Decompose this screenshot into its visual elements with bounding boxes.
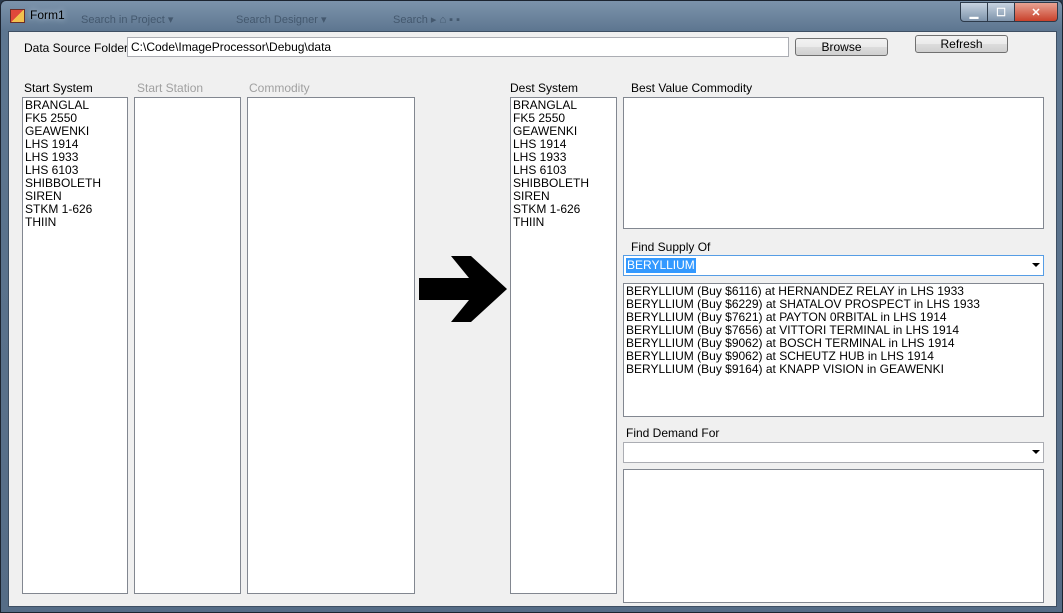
list-item[interactable]: BERYLLIUM (Buy $9164) at KNAPP VISION in… bbox=[626, 363, 1041, 376]
title-bar[interactable]: Form1 Search in Project ▾ Search Designe… bbox=[1, 1, 1062, 31]
find-demand-label: Find Demand For bbox=[626, 426, 720, 440]
supply-results-list[interactable]: BERYLLIUM (Buy $6116) at HERNANDEZ RELAY… bbox=[623, 283, 1044, 417]
find-supply-label: Find Supply Of bbox=[631, 240, 711, 254]
chevron-down-icon[interactable] bbox=[1032, 263, 1040, 267]
refresh-button[interactable]: Refresh bbox=[915, 35, 1008, 53]
app-icon[interactable] bbox=[10, 9, 25, 23]
find-supply-dropdown[interactable]: BERYLLIUM bbox=[623, 255, 1044, 276]
minimize-button[interactable]: ▁ bbox=[960, 2, 988, 22]
best-value-commodity-label: Best Value Commodity bbox=[631, 81, 753, 95]
data-source-path-input[interactable]: C:\Code\ImageProcessor\Debug\data bbox=[127, 37, 789, 57]
demand-results-list[interactable] bbox=[623, 469, 1044, 603]
close-icon: ✕ bbox=[1031, 6, 1041, 19]
find-demand-dropdown[interactable] bbox=[623, 442, 1044, 463]
commodity-list[interactable] bbox=[247, 97, 415, 594]
minimize-icon: ▁ bbox=[969, 6, 979, 19]
background-tab-ghost: Search Designer ▾ bbox=[236, 14, 327, 26]
window-controls: ▁ ☐ ✕ bbox=[960, 2, 1058, 22]
background-tab-ghost: Search in Project ▾ bbox=[81, 14, 174, 26]
maximize-icon: ☐ bbox=[996, 6, 1006, 19]
list-item[interactable]: THIIN bbox=[25, 216, 125, 229]
start-station-list[interactable] bbox=[134, 97, 241, 594]
list-item[interactable]: THIIN bbox=[513, 216, 614, 229]
find-demand-selected-value bbox=[626, 445, 628, 460]
background-tab-ghost: Search ▸ ⌂ ▪ ▪ bbox=[393, 14, 461, 26]
browse-button[interactable]: Browse bbox=[795, 38, 888, 56]
dest-system-list[interactable]: BRANGLAL FK5 2550 GEAWENKI LHS 1914 LHS … bbox=[510, 97, 617, 594]
best-value-commodity-list[interactable] bbox=[623, 97, 1044, 229]
dest-system-label: Dest System bbox=[510, 81, 579, 95]
chevron-down-icon[interactable] bbox=[1032, 450, 1040, 454]
window-title: Form1 bbox=[30, 8, 65, 22]
data-source-label: Data Source Folder: bbox=[24, 41, 132, 55]
form-client-area: Data Source Folder: C:\Code\ImageProcess… bbox=[8, 31, 1057, 607]
start-system-label: Start System bbox=[24, 81, 93, 95]
close-button[interactable]: ✕ bbox=[1015, 2, 1058, 22]
start-station-label: Start Station bbox=[137, 81, 204, 95]
find-supply-selected-value: BERYLLIUM bbox=[626, 258, 696, 273]
main-window: Form1 Search in Project ▾ Search Designe… bbox=[0, 0, 1063, 613]
maximize-button[interactable]: ☐ bbox=[988, 2, 1015, 22]
right-arrow-icon bbox=[419, 256, 507, 322]
start-system-list[interactable]: BRANGLAL FK5 2550 GEAWENKI LHS 1914 LHS … bbox=[22, 97, 128, 594]
commodity-label: Commodity bbox=[249, 81, 310, 95]
